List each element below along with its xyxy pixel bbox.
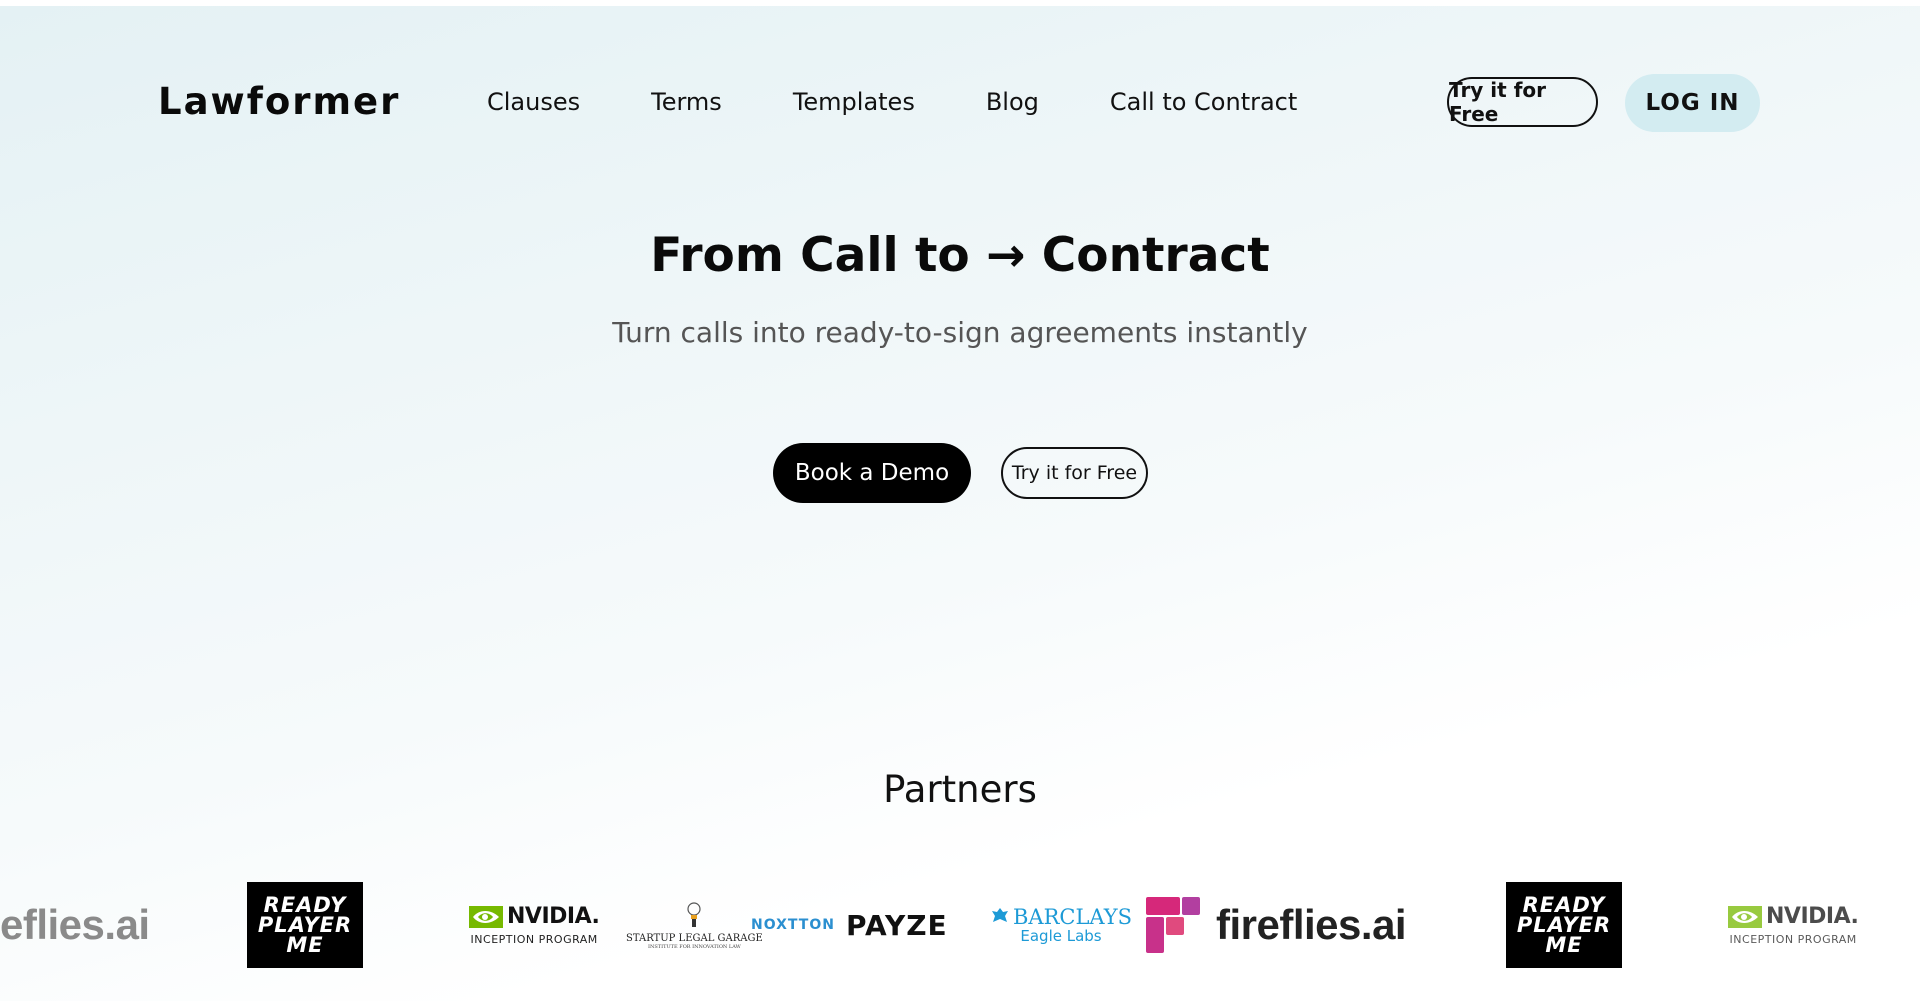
partner-logo-payze: PAYZE <box>846 880 948 970</box>
noxtton-text: NOXTTON <box>751 917 835 933</box>
rpm-logo-box: READY PLAYER ME <box>1506 882 1622 968</box>
nvidia-name: NVIDIA. <box>1766 904 1859 929</box>
eagle-icon <box>992 908 1008 922</box>
partner-logo-fireflies: fireflies.ai <box>1146 880 1407 970</box>
login-button[interactable]: LOG IN <box>1625 74 1760 132</box>
hero-try-free-button[interactable]: Try it for Free <box>1001 447 1148 499</box>
rpm-line: PLAYER <box>1516 913 1612 937</box>
nvidia-eye-icon <box>1728 905 1762 928</box>
barclays-subtext: Eagle Labs <box>1020 927 1102 945</box>
header-try-free-button[interactable]: Try it for Free <box>1447 77 1598 127</box>
book-demo-button[interactable]: Book a Demo <box>773 443 971 503</box>
partners-logo-carousel: eflies.ai READY PLAYER ME NVIDIA. INCEPT… <box>0 880 1920 970</box>
main-nav: Clauses Terms Templates Blog Call to Con… <box>487 88 1368 116</box>
nvidia-name: NVIDIA. <box>507 904 600 929</box>
rpm-line: ME <box>1545 933 1583 957</box>
slg-name: STARTUP LEGAL GARAGE <box>626 932 763 944</box>
nav-call-to-contract[interactable]: Call to Contract <box>1110 88 1297 116</box>
slg-subtext: INSTITUTE FOR INNOVATION LAW <box>648 943 741 950</box>
partner-logo-ready-player-me: READY PLAYER ME <box>1506 880 1622 970</box>
partner-logo-nvidia: NVIDIA. INCEPTION PROGRAM <box>1728 880 1859 970</box>
rpm-line: ME <box>286 933 324 957</box>
lightbulb-icon <box>687 901 701 927</box>
partner-logo-ready-player-me: READY PLAYER ME <box>247 880 363 970</box>
partner-logo-nvidia: NVIDIA. INCEPTION PROGRAM <box>469 880 600 970</box>
partner-logo-startup-legal-garage: STARTUP LEGAL GARAGE INSTITUTE FOR INNOV… <box>626 880 763 970</box>
fireflies-partial-text: eflies.ai <box>0 901 150 948</box>
partner-logo-fireflies-partial: eflies.ai <box>0 880 150 970</box>
rpm-line: READY <box>263 893 347 917</box>
fireflies-icon <box>1146 897 1200 953</box>
nav-blog[interactable]: Blog <box>986 88 1039 116</box>
rpm-line: READY <box>1522 893 1606 917</box>
rpm-line: PLAYER <box>257 913 353 937</box>
partner-logo-noxtton: NOXTTON <box>751 880 835 970</box>
nav-templates[interactable]: Templates <box>793 88 915 116</box>
hero-subtitle: Turn calls into ready-to-sign agreements… <box>612 316 1308 349</box>
partner-logo-barclays-eagle-labs: BARCLAYS Eagle Labs <box>990 880 1132 970</box>
fireflies-text: fireflies.ai <box>1216 901 1407 948</box>
nav-clauses[interactable]: Clauses <box>487 88 580 116</box>
hero-title: From Call to → Contract <box>650 228 1270 283</box>
site-header: Lawformer Clauses Terms Templates Blog C… <box>0 74 1920 134</box>
nvidia-subtext: INCEPTION PROGRAM <box>470 933 598 946</box>
nvidia-subtext: INCEPTION PROGRAM <box>1729 933 1857 946</box>
partners-title: Partners <box>883 768 1037 811</box>
nav-terms[interactable]: Terms <box>651 88 722 116</box>
barclays-name: BARCLAYS <box>1013 905 1132 929</box>
brand-logo[interactable]: Lawformer <box>158 80 400 123</box>
rpm-logo-box: READY PLAYER ME <box>247 882 363 968</box>
nvidia-eye-icon <box>469 905 503 928</box>
payze-text: PAYZE <box>846 908 948 942</box>
top-strip <box>0 0 1920 6</box>
